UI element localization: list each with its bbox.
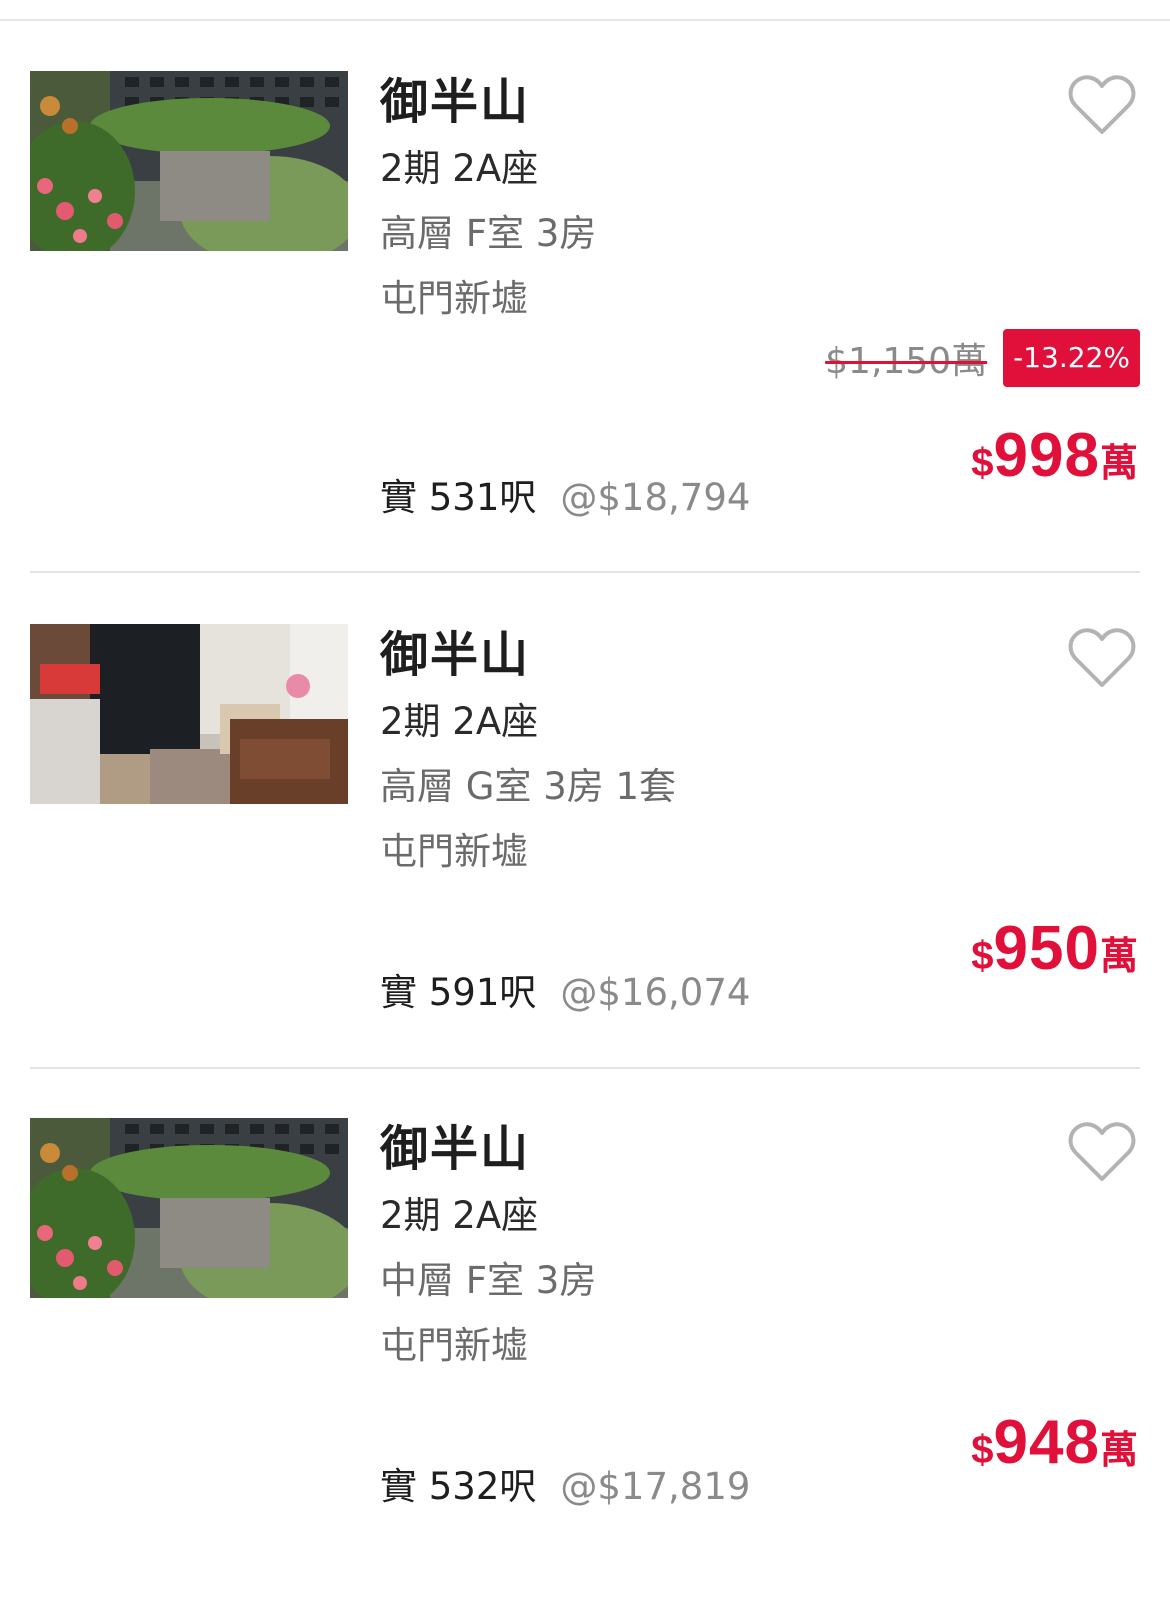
listing-info: 御半山 2期 2A座 中層 F室 3房 屯門新墟 xyxy=(380,1117,980,1378)
listing-photo[interactable] xyxy=(30,71,348,251)
estate-name: 御半山 xyxy=(380,1121,531,1177)
district: 屯門新墟 xyxy=(380,830,528,873)
price-value: 998 xyxy=(993,421,1100,490)
listing-card[interactable]: 御半山 2期 2A座 高層 G室 3房 1套 屯門新墟 實 591呎 @$16,0… xyxy=(30,573,1140,1126)
saleable-area: 實 532呎 xyxy=(380,1465,537,1508)
price: $998萬 xyxy=(971,420,1138,491)
district: 屯門新墟 xyxy=(380,277,528,320)
listing-card[interactable]: 御半山 2期 2A座 中層 F室 3房 屯門新墟 實 532呎 @$17,819 … xyxy=(30,1067,1140,1620)
area-row: 實 532呎 @$17,819 xyxy=(380,1457,750,1517)
listing-photo[interactable] xyxy=(30,1118,348,1298)
original-price: $1,150萬 xyxy=(825,341,988,382)
estate-name: 御半山 xyxy=(380,627,531,683)
favorite-heart-icon[interactable] xyxy=(1068,628,1136,690)
price-per-sqft: @$18,794 xyxy=(560,476,751,519)
unit-info: 高層 F室 3房 xyxy=(380,212,597,255)
building-exterior-photo xyxy=(30,71,348,251)
price-unit: 萬 xyxy=(1099,936,1138,978)
price: $950萬 xyxy=(971,913,1138,984)
discount-badge: -13.22% xyxy=(1003,329,1140,387)
price-currency: $ xyxy=(971,934,994,978)
price-value: 948 xyxy=(993,1408,1100,1477)
unit-info: 中層 F室 3房 xyxy=(380,1259,597,1302)
price-currency: $ xyxy=(971,441,994,485)
price-value: 950 xyxy=(993,914,1100,983)
saleable-area: 實 591呎 xyxy=(380,971,537,1014)
price-currency: $ xyxy=(971,1428,994,1472)
area-row: 實 531呎 @$18,794 xyxy=(380,468,750,528)
listing-info: 御半山 2期 2A座 高層 G室 3房 1套 屯門新墟 xyxy=(380,623,980,884)
price-unit: 萬 xyxy=(1099,1430,1138,1472)
unit-info: 高層 G室 3房 1套 xyxy=(380,765,677,808)
block-info: 2期 2A座 xyxy=(380,700,539,743)
district: 屯門新墟 xyxy=(380,1324,528,1367)
favorite-heart-icon[interactable] xyxy=(1068,75,1136,137)
area-row: 實 591呎 @$16,074 xyxy=(380,963,750,1023)
listing-card[interactable]: 御半山 2期 2A座 高層 F室 3房 屯門新墟 $1,150萬 -13.22%… xyxy=(30,20,1140,573)
listing-info: 御半山 2期 2A座 高層 F室 3房 屯門新墟 xyxy=(380,70,980,331)
price: $948萬 xyxy=(971,1407,1138,1478)
price-per-sqft: @$17,819 xyxy=(560,1465,751,1508)
saleable-area: 實 531呎 xyxy=(380,476,537,519)
living-room-photo xyxy=(30,624,348,804)
listing-photo[interactable] xyxy=(30,624,348,804)
block-info: 2期 2A座 xyxy=(380,147,539,190)
price-unit: 萬 xyxy=(1099,443,1138,485)
estate-name: 御半山 xyxy=(380,74,531,130)
favorite-heart-icon[interactable] xyxy=(1068,1122,1136,1184)
price-change-row: $1,150萬 -13.22% xyxy=(825,329,1140,387)
price-per-sqft: @$16,074 xyxy=(560,971,751,1014)
block-info: 2期 2A座 xyxy=(380,1194,539,1237)
building-exterior-photo xyxy=(30,1118,348,1298)
